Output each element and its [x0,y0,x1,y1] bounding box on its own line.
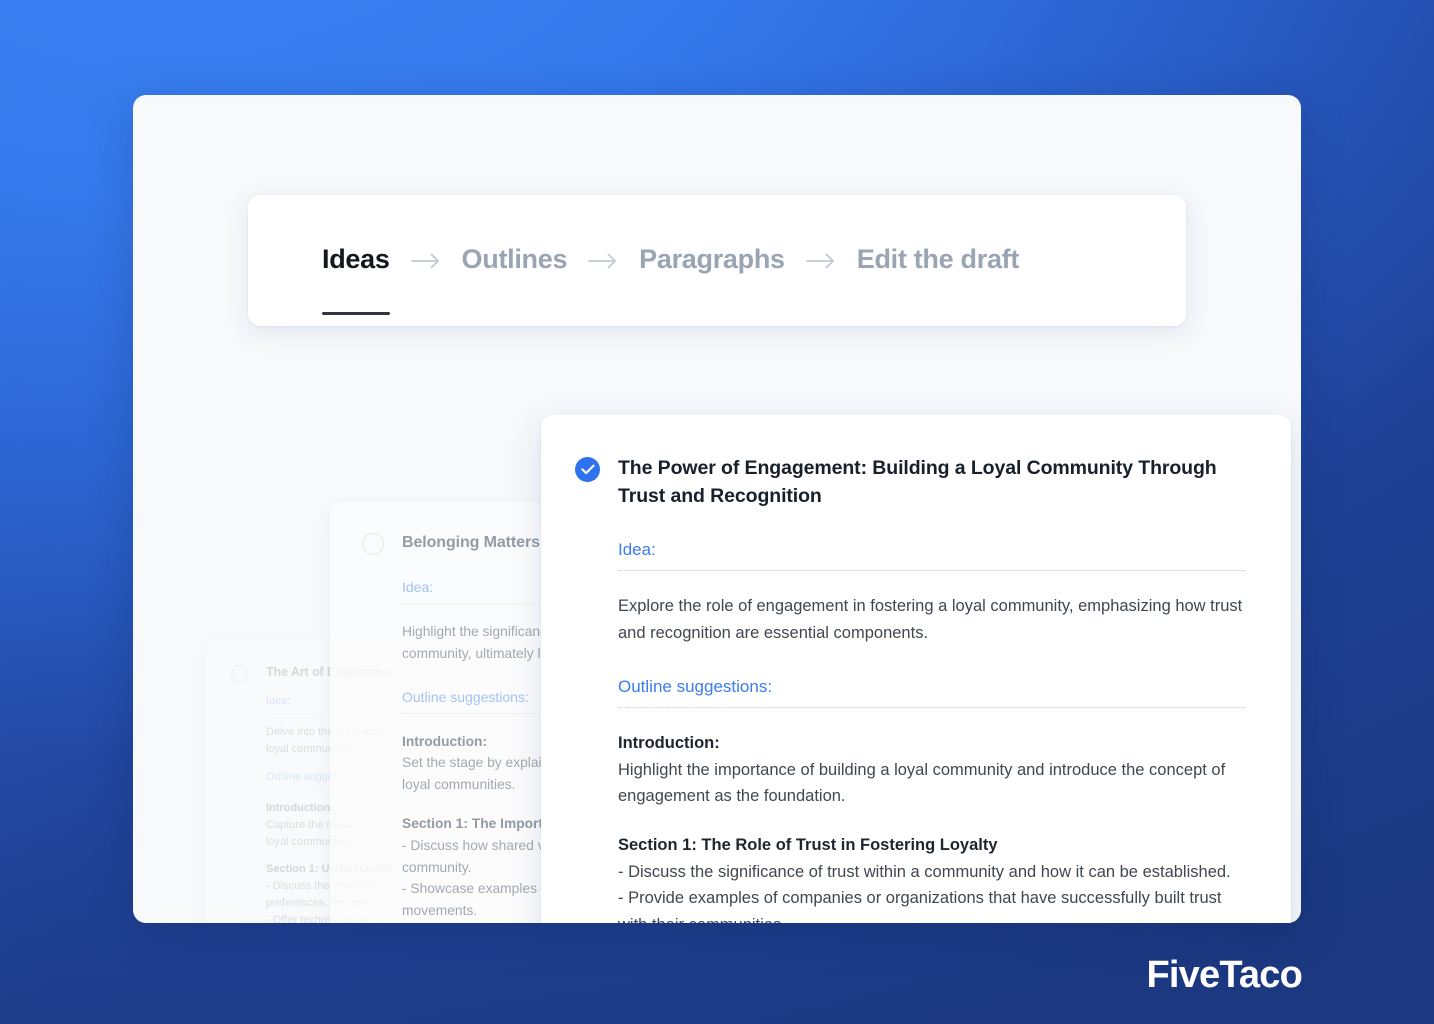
intro-text: Highlight the importance of building a l… [618,760,1226,806]
idea-card-front-header: The Power of Engagement: Building a Loya… [575,455,1245,510]
tab-outlines[interactable]: Outlines [462,244,568,277]
idea-card-middle-title: Belonging Matters: N [402,534,561,551]
arrow-right-icon [588,252,618,270]
tab-edit-the-draft[interactable]: Edit the draft [856,244,1020,277]
tab-outlines-label: Outlines [461,244,568,274]
brand-logo: FiveTaco [1146,954,1302,996]
outline-suggestions-label: Outline suggestions: [618,677,1245,708]
section1-heading: Section 1: The Role of Trust in Fosterin… [618,835,998,854]
radio-unchecked-icon[interactable] [231,665,248,682]
idea-card-front-title: The Power of Engagement: Building a Loya… [618,457,1217,507]
arrow-right-icon [805,252,836,270]
section1-bullet: - Discuss the significance of trust with… [618,862,1231,881]
workflow-steps-card: Ideas Outlines Paragraphs Edit the draft [248,195,1186,326]
arrow-right-icon [410,252,441,270]
checkbox-checked-icon[interactable] [575,457,600,482]
radio-unchecked-icon[interactable] [362,533,384,555]
tab-ideas-label: Ideas [322,244,390,274]
idea-text: Explore the role of engagement in foster… [618,597,1243,643]
tab-active-underline [322,312,390,315]
tab-edit-the-draft-label: Edit the draft [856,244,1020,274]
tab-ideas[interactable]: Ideas [322,244,390,315]
intro-heading: Introduction: [618,733,720,752]
app-window-panel: Ideas Outlines Paragraphs Edit the draft… [133,95,1301,923]
idea-card-front[interactable]: The Power of Engagement: Building a Loya… [541,415,1291,923]
tab-paragraphs-label: Paragraphs [639,244,785,274]
idea-label: Idea: [618,540,1245,572]
tab-paragraphs[interactable]: Paragraphs [639,244,785,277]
section1-bullet: - Provide examples of companies or organ… [618,889,1222,923]
